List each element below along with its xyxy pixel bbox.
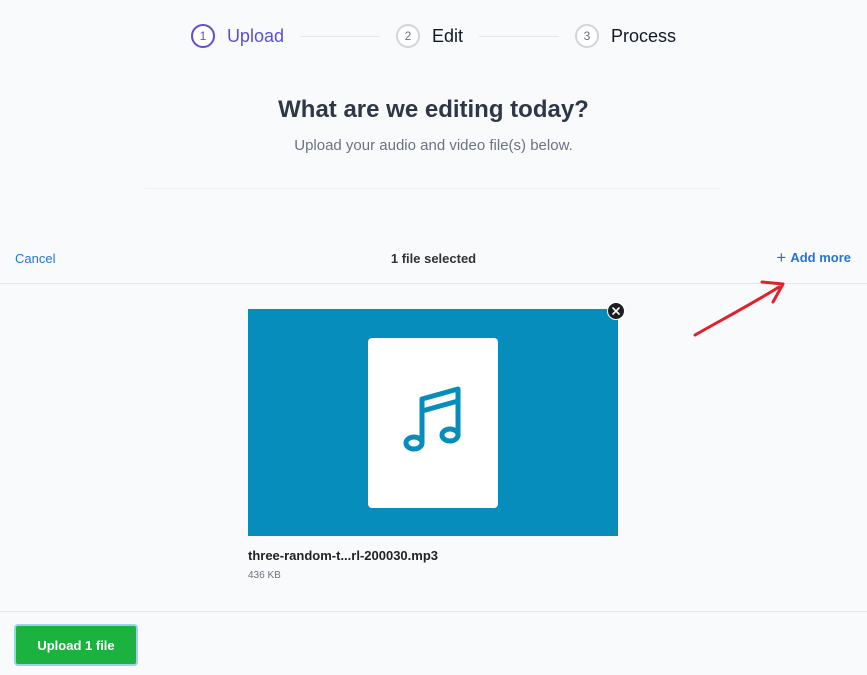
plus-icon: + [776, 248, 787, 267]
step-upload[interactable]: 1 Upload [190, 24, 284, 48]
page-subtitle: Upload your audio and video file(s) belo… [294, 137, 573, 154]
step-connector [479, 35, 560, 37]
dashboard-bar: Cancel 1 file selected + Add more [0, 240, 867, 284]
step-process[interactable]: 3 Process [575, 24, 676, 48]
file-size: 436 KB [248, 570, 281, 581]
close-icon [612, 302, 620, 320]
step-number: 1 [190, 24, 215, 48]
footer: Upload 1 file [0, 611, 867, 675]
step-label: Process [611, 25, 677, 46]
file-preview [248, 302, 625, 536]
file-name: three-random-t...rl-200030.mp3 [248, 548, 439, 563]
file-item: three-random-t...rl-200030.mp3 436 KB [248, 302, 625, 581]
step-connector [299, 35, 380, 37]
page-title: What are we editing today? [278, 96, 589, 123]
stepper: 1 Upload 2 Edit 3 Process [0, 24, 867, 48]
music-note-icon [402, 385, 464, 460]
step-number: 2 [395, 24, 420, 48]
remove-file-button[interactable] [607, 302, 625, 320]
step-label: Edit [431, 25, 464, 46]
add-more-button[interactable]: + Add more [776, 249, 851, 266]
step-number: 3 [575, 24, 600, 48]
step-edit[interactable]: 2 Edit [395, 24, 464, 48]
step-label: Upload [226, 25, 284, 46]
add-more-label: Add more [790, 250, 851, 265]
selected-count: 1 file selected [390, 251, 477, 266]
file-thumbnail [368, 337, 498, 508]
upload-button[interactable]: Upload 1 file [14, 624, 138, 666]
divider [145, 188, 721, 189]
